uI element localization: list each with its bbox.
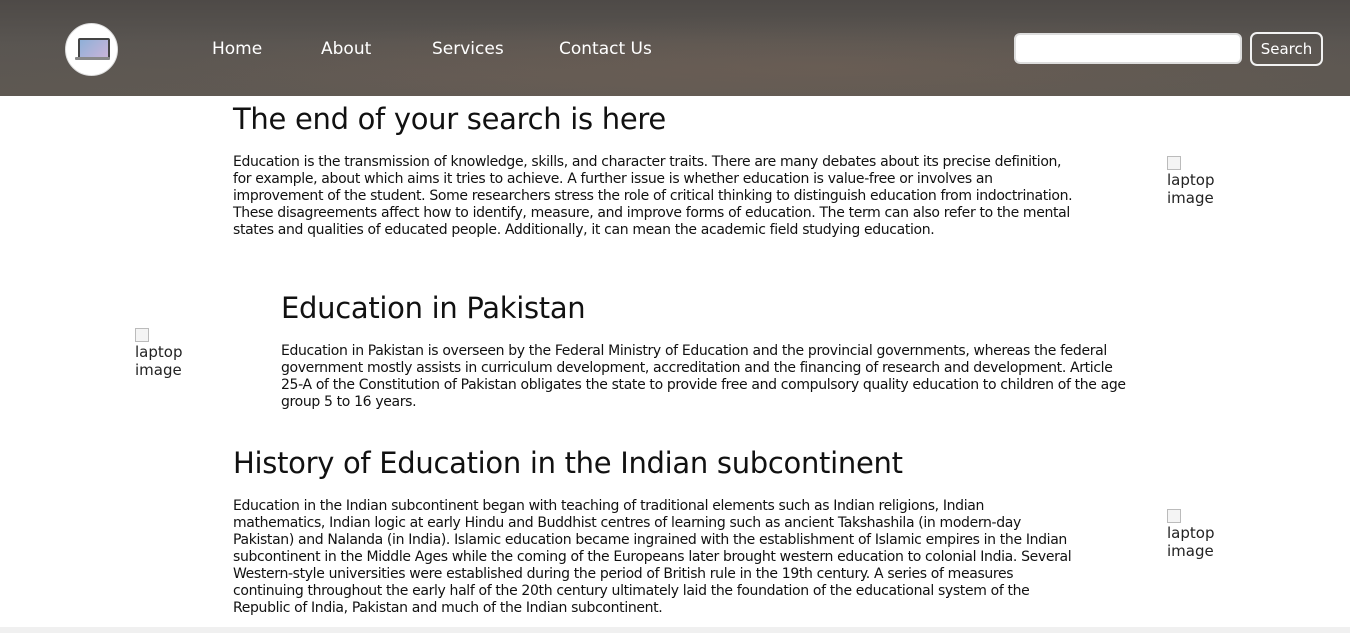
nav-services[interactable]: Services: [432, 39, 504, 59]
laptop-base: [75, 57, 110, 60]
section-2-image-alt: laptop image: [135, 343, 183, 379]
broken-image-icon: [1167, 509, 1181, 523]
section-1-title: The end of your search is here: [233, 102, 666, 136]
nav-contact-us[interactable]: Contact Us: [559, 39, 652, 59]
search-input[interactable]: [1014, 33, 1242, 64]
navbar: Home About Services Contact Us Search: [0, 0, 1350, 96]
section-1-laptop-image: laptop image: [1167, 156, 1229, 207]
section-3-laptop-image: laptop image: [1167, 509, 1229, 560]
broken-image-icon: [1167, 156, 1181, 170]
nav-about[interactable]: About: [321, 39, 371, 59]
section-2-laptop-image: laptop image: [135, 328, 197, 379]
section-2-title: Education in Pakistan: [281, 291, 586, 325]
laptop-screen: [78, 38, 110, 59]
section-2-body: Education in Pakistan is overseen by the…: [281, 343, 1126, 410]
broken-image-icon: [135, 328, 149, 342]
nav-home[interactable]: Home: [212, 39, 262, 59]
section-1-body: Education is the transmission of knowled…: [233, 154, 1073, 238]
section-3-image-alt: laptop image: [1167, 524, 1215, 560]
section-3-body: Education in the Indian subcontinent beg…: [233, 498, 1072, 616]
section-3-title: History of Education in the Indian subco…: [233, 446, 903, 480]
search-button[interactable]: Search: [1250, 32, 1323, 66]
section-1-image-alt: laptop image: [1167, 171, 1215, 207]
horizontal-scrollbar-track[interactable]: [0, 627, 1350, 633]
logo-laptop-icon[interactable]: [65, 23, 118, 76]
